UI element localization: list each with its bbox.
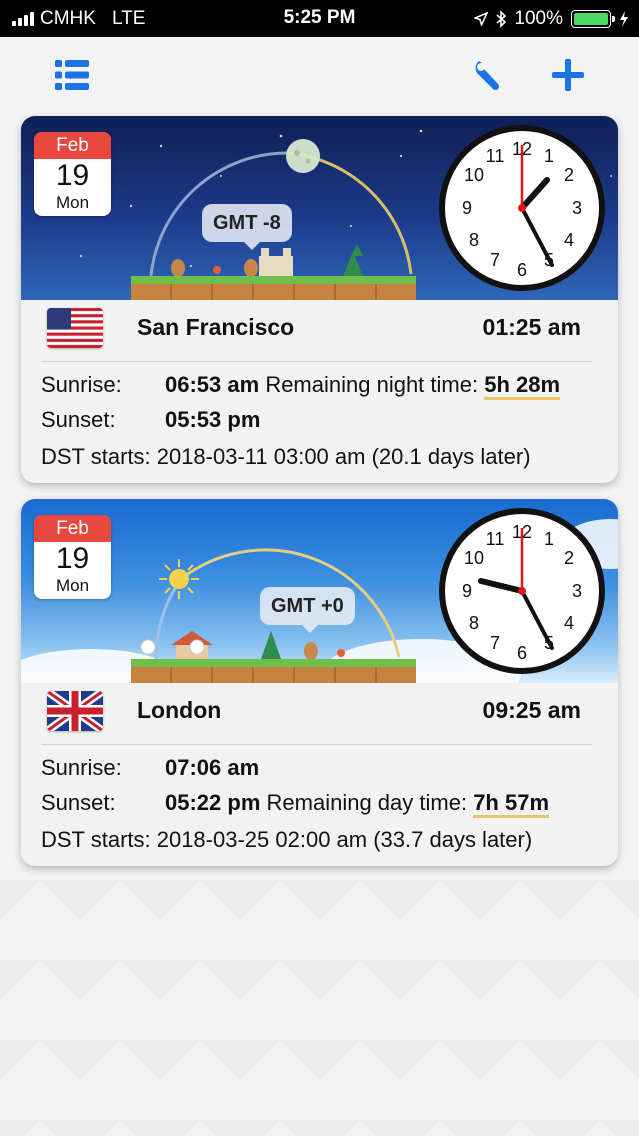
night-scene: Feb 19 Mon GMT -8 1212 345 678 91011	[21, 116, 618, 300]
city-card-london[interactable]: Feb 19 Mon GMT +0 1212 345 678 91011	[21, 499, 618, 866]
divider	[41, 744, 592, 745]
wrench-icon[interactable]	[470, 55, 510, 95]
gmt-offset-badge: GMT +0	[260, 587, 355, 633]
uk-flag	[47, 691, 103, 731]
svg-text:4: 4	[564, 613, 574, 633]
sunset-value: 05:53 pm	[165, 407, 261, 432]
city-name: London	[137, 697, 222, 723]
svg-text:11: 11	[486, 529, 505, 549]
sunset-row: Sunset: 05:53 pm	[41, 407, 260, 433]
remaining-value: 7h 57m	[473, 790, 550, 818]
background-pattern	[0, 880, 639, 1136]
remaining-label: Remaining day time:	[266, 790, 468, 815]
city-info-panel: San Francisco 01:25 am Sunrise: 06:53 am …	[21, 300, 618, 483]
calendar-month: Feb	[34, 132, 111, 159]
local-time: 01:25 am	[482, 314, 581, 340]
calendar-month: Feb	[34, 515, 111, 542]
city-info-panel: London 09:25 am Sunrise: 07:06 am Sunset:…	[21, 683, 618, 866]
city-card-san-francisco[interactable]: Feb 19 Mon GMT -8 1212 345 678 91011	[21, 116, 618, 483]
sunrise-label: Sunrise:	[41, 755, 122, 780]
divider	[41, 361, 592, 362]
battery-percent: 100%	[514, 8, 563, 29]
battery-icon	[571, 10, 615, 28]
gmt-offset-badge: GMT -8	[202, 204, 292, 250]
calendar-weekday: Mon	[55, 576, 90, 595]
local-time: 09:25 am	[482, 697, 581, 723]
calendar-day: 19	[55, 159, 90, 192]
dst-info: DST starts: 2018-03-11 03:00 am (20.1 da…	[41, 444, 531, 469]
day-scene: Feb 19 Mon GMT +0 1212 345 678 91011	[21, 499, 618, 683]
svg-text:7: 7	[490, 633, 500, 653]
svg-text:8: 8	[469, 230, 479, 250]
svg-text:4: 4	[564, 230, 574, 250]
dst-info: DST starts: 2018-03-25 02:00 am (33.7 da…	[41, 827, 533, 852]
sunset-value: 05:22 pm	[165, 790, 261, 815]
list-icon[interactable]	[52, 55, 92, 95]
svg-text:9: 9	[462, 581, 472, 601]
sunset-label: Sunset:	[41, 407, 116, 432]
date-calendar: Feb 19 Mon	[34, 132, 111, 216]
svg-text:3: 3	[572, 198, 582, 218]
svg-text:11: 11	[486, 146, 505, 166]
remaining-value: 5h 28m	[484, 372, 561, 400]
sunrise-value: 06:53 am	[165, 372, 260, 397]
sunrise-row: Sunrise: 06:53 am Remaining night time: 5…	[41, 372, 561, 400]
sunset-row: Sunset: 05:22 pm Remaining day time: 7h 5…	[41, 790, 550, 818]
charging-bolt-icon	[620, 11, 628, 27]
sunrise-label: Sunrise:	[41, 372, 122, 397]
grass-ground	[131, 276, 416, 300]
analog-clock-london: 1212 345 678 91011	[439, 508, 605, 674]
calendar-day: 19	[55, 542, 90, 575]
svg-text:2: 2	[564, 165, 574, 185]
svg-text:1: 1	[544, 146, 554, 166]
svg-text:7: 7	[490, 250, 500, 270]
status-bar-right: 100%	[474, 8, 629, 30]
svg-text:6: 6	[517, 643, 527, 663]
sunset-label: Sunset:	[41, 790, 116, 815]
remaining-label: Remaining night time:	[265, 372, 479, 397]
svg-text:10: 10	[464, 548, 484, 568]
svg-text:2: 2	[564, 548, 574, 568]
svg-text:9: 9	[462, 198, 472, 218]
svg-text:3: 3	[572, 581, 582, 601]
svg-text:8: 8	[469, 613, 479, 633]
us-flag	[47, 308, 103, 348]
location-arrow-icon	[474, 12, 489, 26]
sunrise-row: Sunrise: 07:06 am	[41, 755, 259, 781]
status-bar: CMHK LTE 5:25 PM 100%	[0, 0, 639, 37]
city-name: San Francisco	[137, 314, 295, 340]
grass-ground	[131, 659, 416, 683]
svg-text:1: 1	[544, 529, 554, 549]
sunrise-value: 07:06 am	[165, 755, 260, 780]
calendar-weekday: Mon	[55, 193, 90, 212]
analog-clock-san-francisco: 1212 345 678 91011	[439, 125, 605, 291]
svg-text:6: 6	[517, 260, 527, 280]
plus-icon[interactable]	[548, 55, 588, 95]
date-calendar: Feb 19 Mon	[34, 515, 111, 599]
bluetooth-icon	[496, 10, 507, 28]
toolbar	[0, 37, 639, 112]
svg-text:10: 10	[464, 165, 484, 185]
